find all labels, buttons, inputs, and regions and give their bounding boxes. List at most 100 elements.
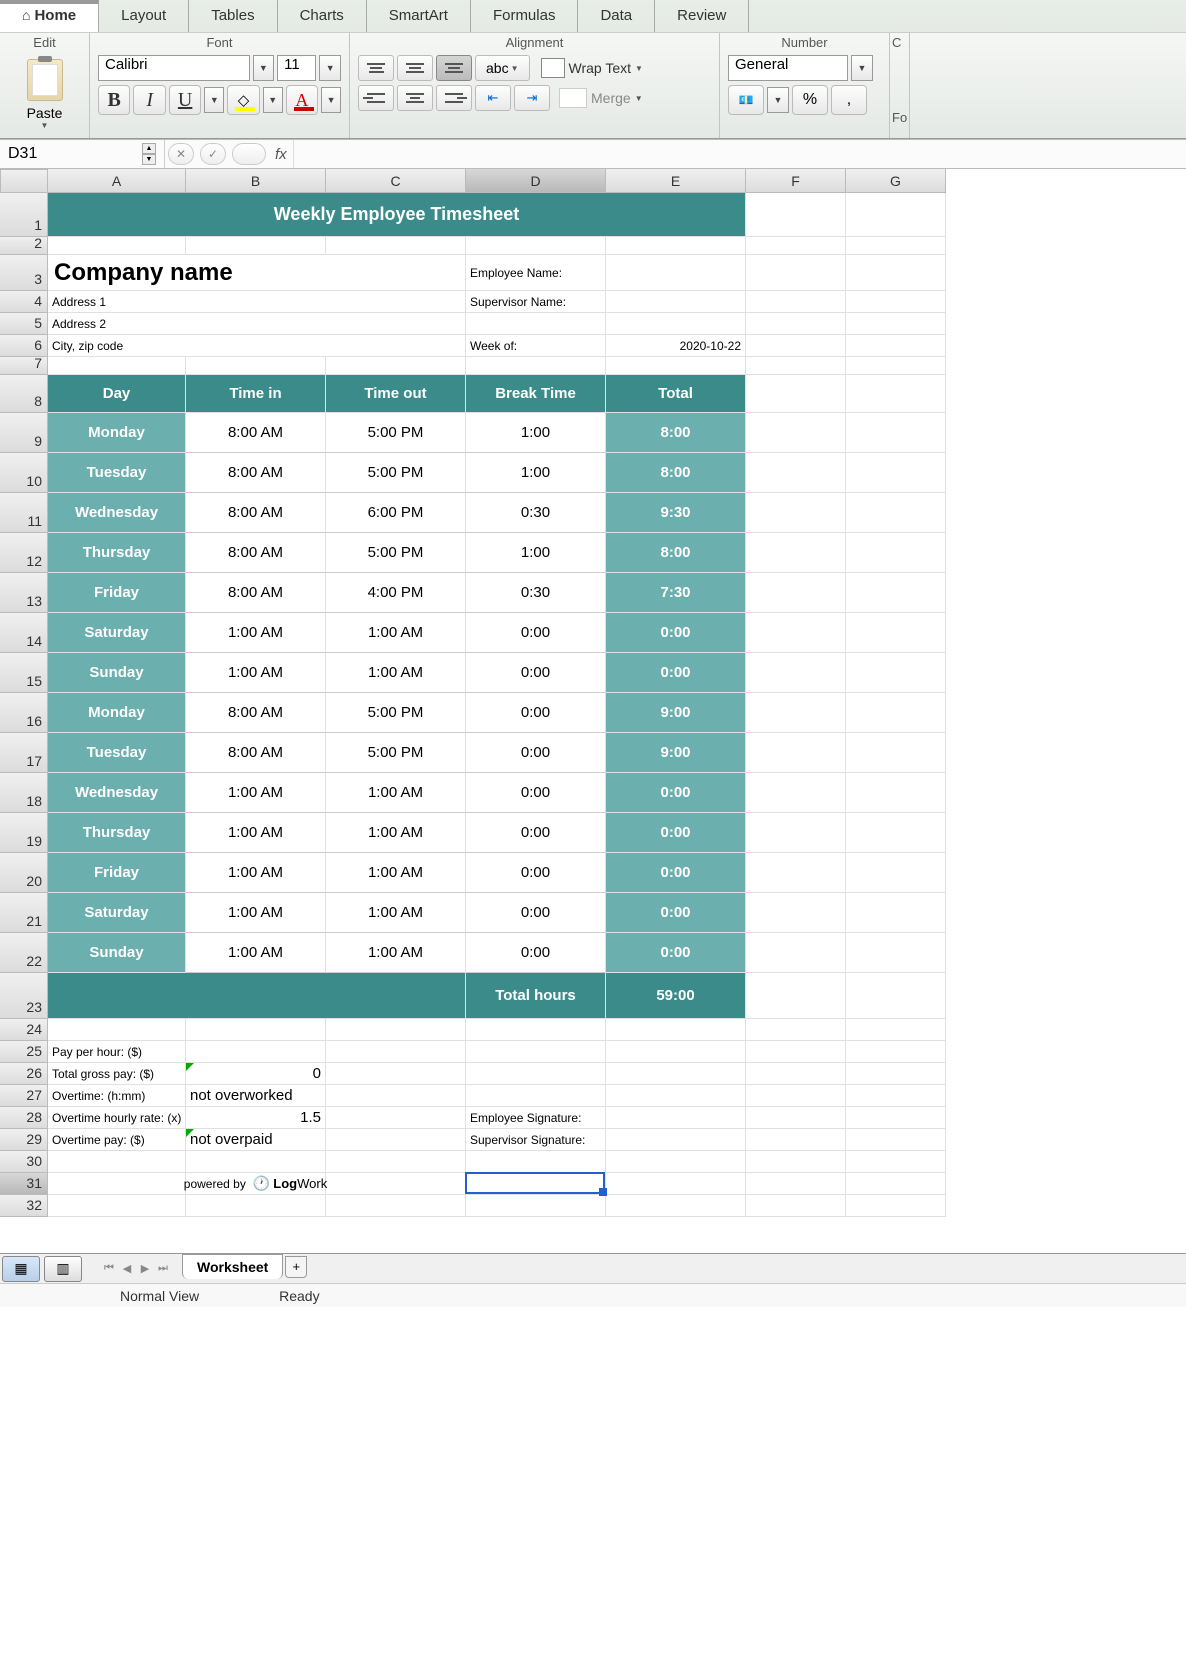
cell[interactable] bbox=[746, 357, 846, 375]
cell[interactable] bbox=[746, 313, 846, 335]
day-col[interactable]: Monday bbox=[48, 413, 186, 453]
align-top-right[interactable] bbox=[436, 55, 472, 81]
overtime-pay-label[interactable]: Overtime pay: ($) bbox=[48, 1129, 186, 1151]
break-time[interactable]: 0:00 bbox=[466, 933, 606, 973]
name-box-stepper[interactable]: ▲▼ bbox=[142, 143, 156, 165]
cell[interactable] bbox=[846, 973, 946, 1019]
merge-button[interactable]: Merge▼ bbox=[553, 85, 649, 111]
day-col[interactable]: Friday bbox=[48, 853, 186, 893]
column-header-C[interactable]: C bbox=[326, 169, 466, 193]
overtime-rate-label[interactable]: Overtime hourly rate: (x) bbox=[48, 1107, 186, 1129]
cell[interactable] bbox=[746, 853, 846, 893]
total-col[interactable]: 9:30 bbox=[606, 493, 746, 533]
total-col[interactable]: 0:00 bbox=[606, 653, 746, 693]
cell[interactable] bbox=[746, 693, 846, 733]
cell[interactable] bbox=[746, 1173, 846, 1195]
cell[interactable] bbox=[746, 573, 846, 613]
cell[interactable] bbox=[326, 1019, 466, 1041]
cell[interactable] bbox=[466, 1063, 606, 1085]
cell[interactable] bbox=[746, 493, 846, 533]
cell[interactable] bbox=[746, 193, 846, 237]
day-col[interactable]: Wednesday bbox=[48, 493, 186, 533]
city-zip[interactable]: City, zip code bbox=[48, 335, 466, 357]
tab-review[interactable]: Review bbox=[655, 0, 749, 32]
time-out[interactable]: 4:00 PM bbox=[326, 573, 466, 613]
table-header-3[interactable]: Break Time bbox=[466, 375, 606, 413]
cell[interactable] bbox=[606, 357, 746, 375]
currency-button[interactable]: 💶 bbox=[728, 85, 764, 115]
break-time[interactable]: 0:00 bbox=[466, 613, 606, 653]
day-col[interactable]: Saturday bbox=[48, 893, 186, 933]
tab-home[interactable]: ⌂Home bbox=[0, 0, 99, 32]
time-in[interactable]: 1:00 AM bbox=[186, 813, 326, 853]
tab-layout[interactable]: Layout bbox=[99, 0, 189, 32]
cell[interactable] bbox=[606, 1019, 746, 1041]
break-time[interactable]: 0:00 bbox=[466, 853, 606, 893]
cell[interactable] bbox=[846, 573, 946, 613]
prev-sheet-button[interactable]: ◀ bbox=[118, 1259, 136, 1279]
cell[interactable] bbox=[746, 1195, 846, 1217]
column-header-D[interactable]: D bbox=[466, 169, 606, 193]
total-col[interactable]: 8:00 bbox=[606, 413, 746, 453]
time-in[interactable]: 8:00 AM bbox=[186, 413, 326, 453]
cell[interactable] bbox=[746, 773, 846, 813]
comma-button[interactable]: , bbox=[831, 85, 867, 115]
break-time[interactable]: 0:00 bbox=[466, 893, 606, 933]
row-header-17[interactable]: 17 bbox=[0, 733, 48, 773]
font-family-select[interactable]: Calibri bbox=[98, 55, 250, 81]
row-header-7[interactable]: 7 bbox=[0, 357, 48, 375]
cell[interactable] bbox=[746, 733, 846, 773]
bold-button[interactable]: B bbox=[98, 85, 130, 115]
cell[interactable] bbox=[846, 413, 946, 453]
cell[interactable] bbox=[746, 1151, 846, 1173]
row-header-26[interactable]: 26 bbox=[0, 1063, 48, 1085]
row-header-10[interactable]: 10 bbox=[0, 453, 48, 493]
align-top-center[interactable] bbox=[397, 55, 433, 81]
cell[interactable] bbox=[746, 1063, 846, 1085]
cell[interactable] bbox=[326, 357, 466, 375]
total-col[interactable]: 0:00 bbox=[606, 813, 746, 853]
cell[interactable] bbox=[846, 1195, 946, 1217]
cell[interactable] bbox=[466, 1195, 606, 1217]
cell[interactable] bbox=[326, 1063, 466, 1085]
underline-dropdown[interactable]: ▼ bbox=[204, 87, 224, 113]
row-header-8[interactable]: 8 bbox=[0, 375, 48, 413]
cell[interactable] bbox=[846, 1129, 946, 1151]
total-col[interactable]: 7:30 bbox=[606, 573, 746, 613]
cell[interactable] bbox=[746, 653, 846, 693]
row-header-20[interactable]: 20 bbox=[0, 853, 48, 893]
cell[interactable] bbox=[746, 1107, 846, 1129]
total-col[interactable]: 9:00 bbox=[606, 693, 746, 733]
break-time[interactable]: 0:00 bbox=[466, 813, 606, 853]
cell[interactable] bbox=[846, 1151, 946, 1173]
break-time[interactable]: 1:00 bbox=[466, 453, 606, 493]
row-header-5[interactable]: 5 bbox=[0, 313, 48, 335]
cell[interactable] bbox=[48, 1019, 186, 1041]
align-center[interactable] bbox=[397, 85, 433, 111]
row-header-28[interactable]: 28 bbox=[0, 1107, 48, 1129]
time-out[interactable]: 1:00 AM bbox=[326, 933, 466, 973]
column-header-A[interactable]: A bbox=[48, 169, 186, 193]
supervisor-name-label[interactable]: Supervisor Name: bbox=[466, 291, 606, 313]
cell[interactable] bbox=[846, 653, 946, 693]
break-time[interactable]: 1:00 bbox=[466, 413, 606, 453]
time-in[interactable]: 1:00 AM bbox=[186, 653, 326, 693]
cell[interactable] bbox=[746, 893, 846, 933]
row-header-12[interactable]: 12 bbox=[0, 533, 48, 573]
row-header-32[interactable]: 32 bbox=[0, 1195, 48, 1217]
cell[interactable] bbox=[846, 893, 946, 933]
table-header-4[interactable]: Total bbox=[606, 375, 746, 413]
total-gross-value[interactable]: 0 bbox=[186, 1063, 326, 1085]
tab-charts[interactable]: Charts bbox=[278, 0, 367, 32]
cell[interactable] bbox=[846, 533, 946, 573]
cell[interactable] bbox=[48, 1195, 186, 1217]
day-col[interactable]: Friday bbox=[48, 573, 186, 613]
break-time[interactable]: 0:00 bbox=[466, 773, 606, 813]
font-color-button[interactable]: A bbox=[286, 85, 318, 115]
column-header-G[interactable]: G bbox=[846, 169, 946, 193]
cell[interactable] bbox=[466, 1151, 606, 1173]
day-col[interactable]: Thursday bbox=[48, 533, 186, 573]
cell[interactable] bbox=[326, 1041, 466, 1063]
time-out[interactable]: 5:00 PM bbox=[326, 533, 466, 573]
row-header-22[interactable]: 22 bbox=[0, 933, 48, 973]
